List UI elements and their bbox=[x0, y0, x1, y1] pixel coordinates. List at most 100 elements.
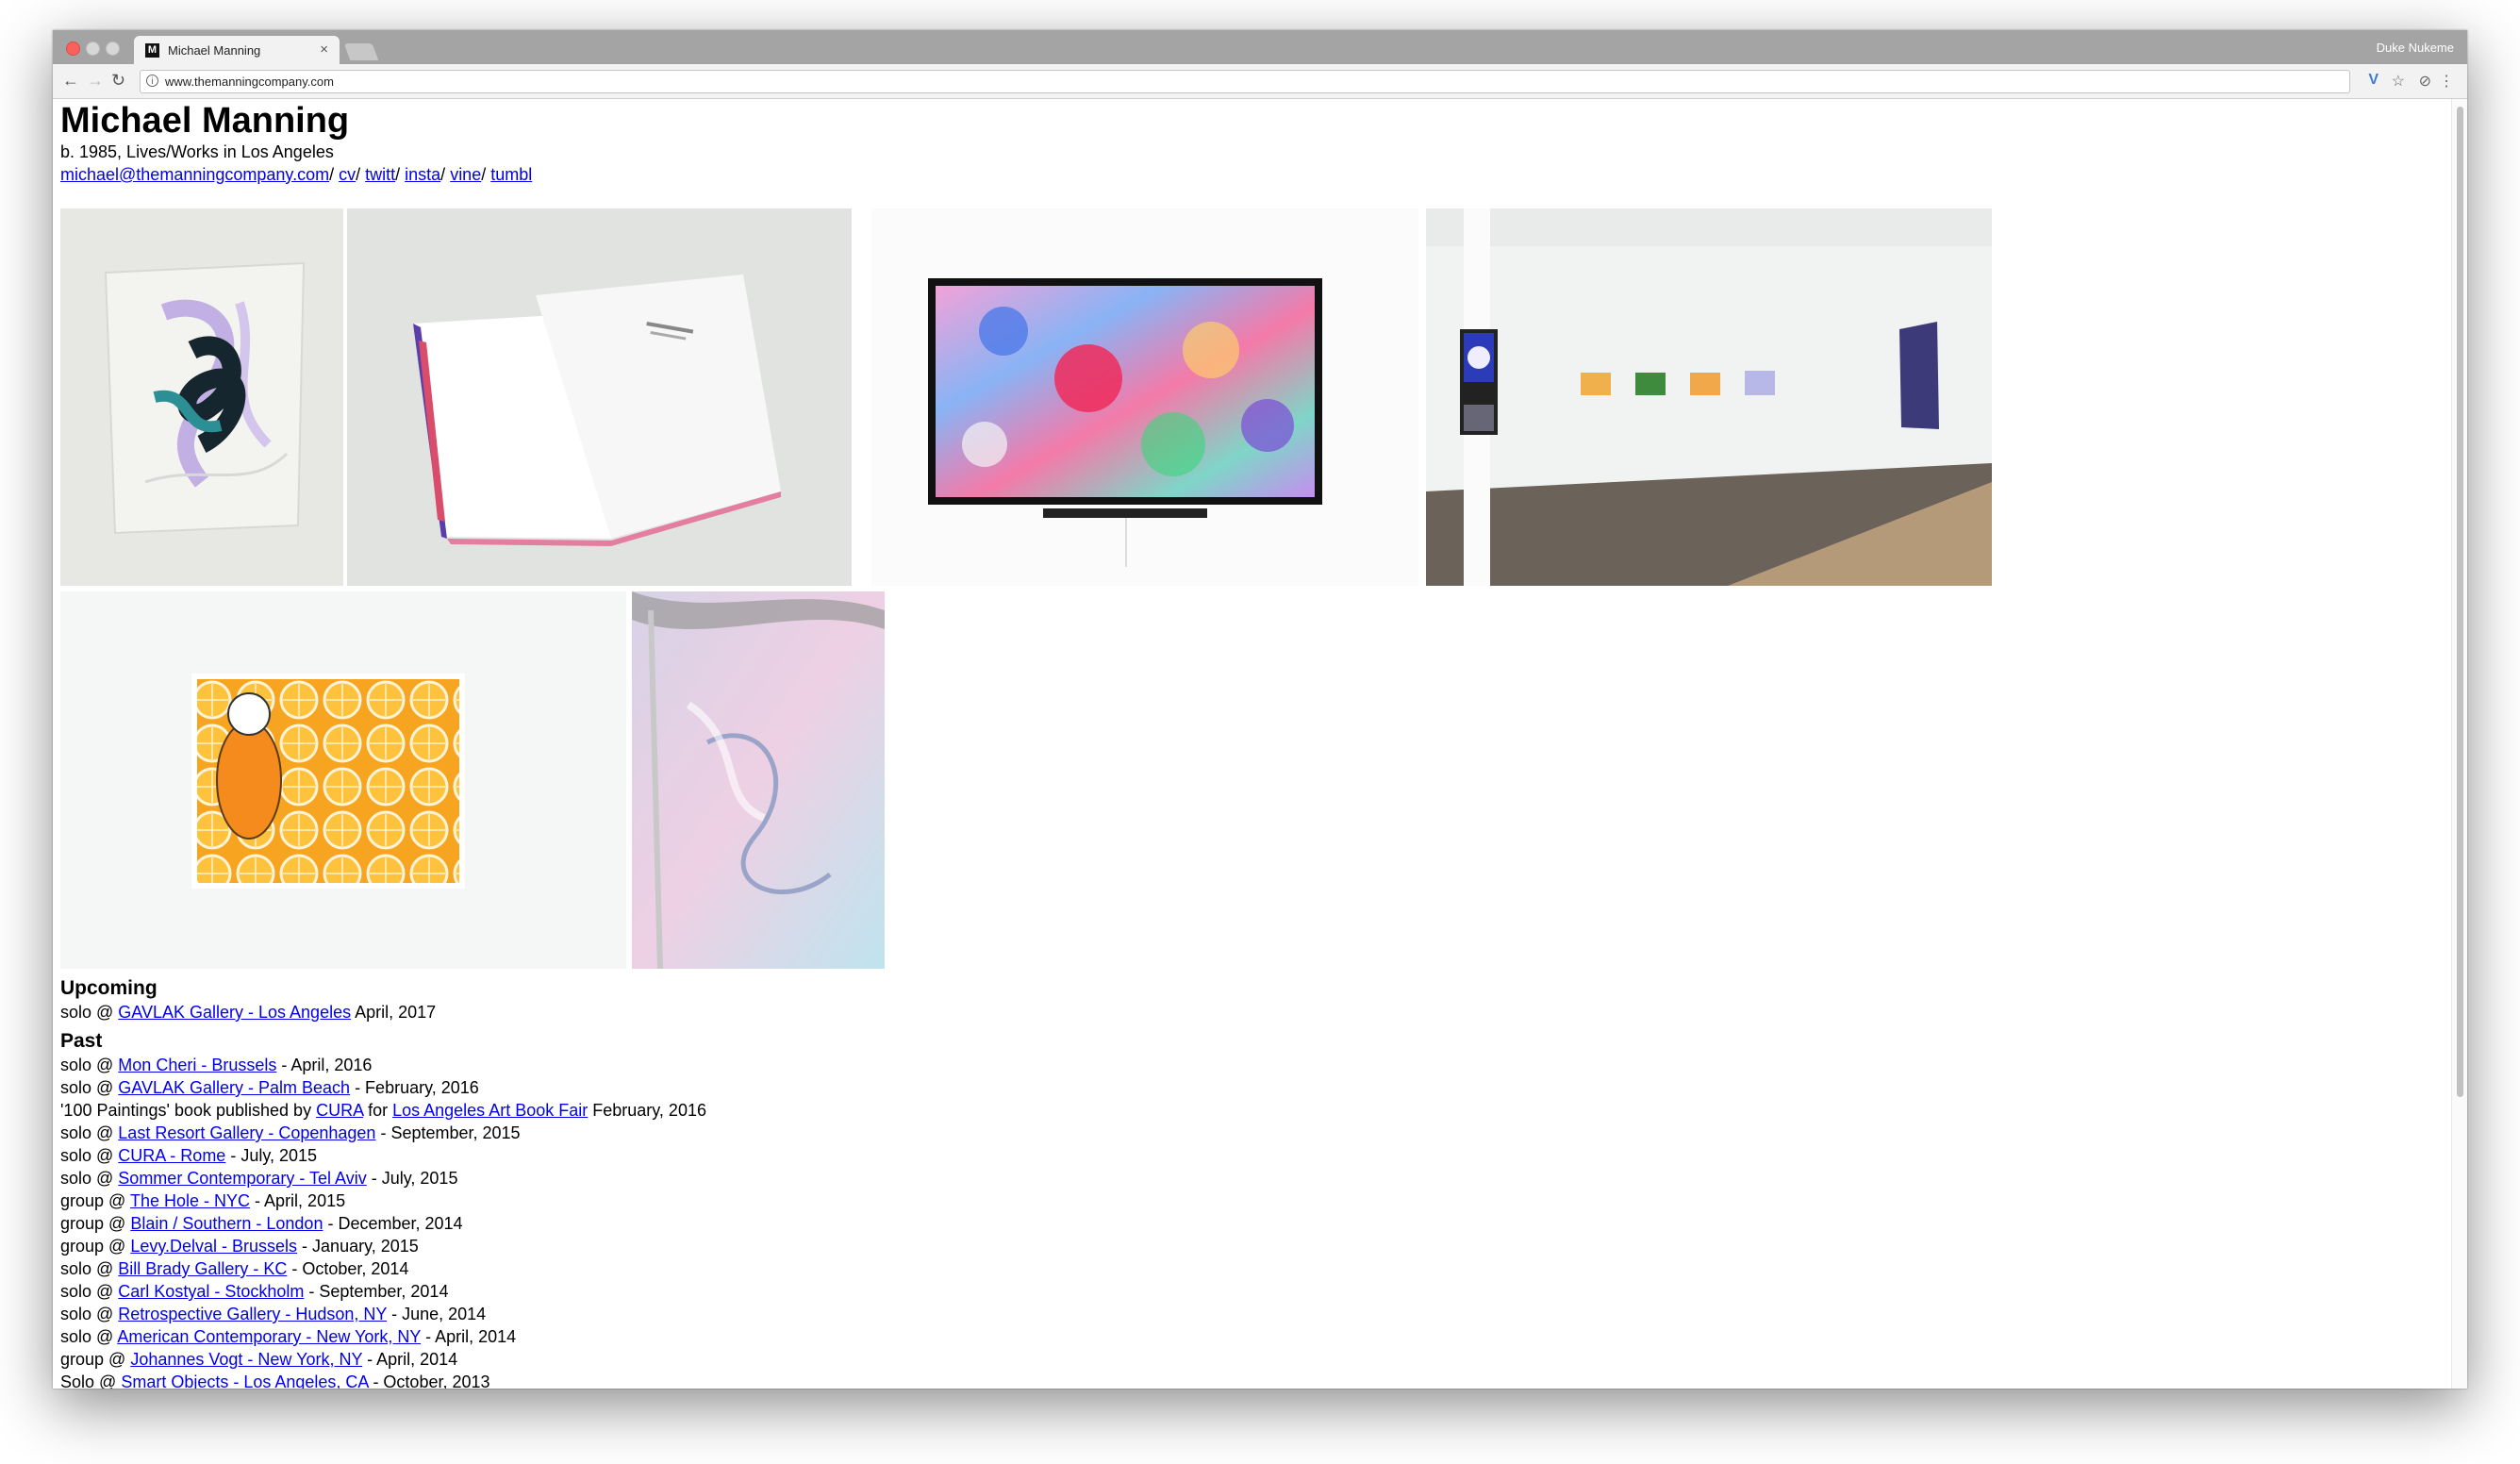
extension-icon[interactable]: ⊘ bbox=[2419, 72, 2431, 91]
item-date: - April, 2014 bbox=[421, 1327, 517, 1346]
venue-link[interactable]: Bill Brady Gallery - KC bbox=[118, 1259, 287, 1278]
email-link[interactable]: michael@themanningcompany.com bbox=[60, 165, 329, 184]
orange-painting-image[interactable] bbox=[60, 591, 626, 969]
open-book-image[interactable] bbox=[347, 208, 852, 586]
book-fair-link[interactable]: Los Angeles Art Book Fair bbox=[392, 1101, 588, 1120]
venue-link[interactable]: Last Resort Gallery - Copenhagen bbox=[118, 1123, 375, 1142]
exhibitions-list: Upcoming solo @ GAVLAK Gallery - Los Ang… bbox=[60, 976, 706, 1389]
item-date: - October, 2013 bbox=[368, 1372, 490, 1389]
publisher-link[interactable]: CURA bbox=[316, 1101, 363, 1120]
item-date: - September, 2014 bbox=[304, 1282, 449, 1301]
close-tab-icon[interactable]: × bbox=[320, 42, 328, 58]
scrollbar-thumb[interactable] bbox=[2457, 107, 2463, 1097]
venue-link[interactable]: Blain / Southern - London bbox=[130, 1214, 323, 1233]
item-prefix: group @ bbox=[60, 1237, 131, 1256]
list-item: group @ Levy.Delval - Brussels - January… bbox=[60, 1235, 706, 1257]
tab-bar: M Michael Manning × Duke Nukeme bbox=[53, 30, 2467, 64]
list-item: solo @ Sommer Contemporary - Tel Aviv - … bbox=[60, 1167, 706, 1190]
list-item: solo @ Last Resort Gallery - Copenhagen … bbox=[60, 1122, 706, 1144]
vimeo-extension-icon[interactable]: V bbox=[2368, 72, 2379, 89]
instagram-link[interactable]: insta bbox=[405, 165, 440, 184]
cv-link[interactable]: cv bbox=[339, 165, 356, 184]
new-tab-button[interactable] bbox=[343, 43, 379, 60]
list-item: solo @ Carl Kostyal - Stockholm - Septem… bbox=[60, 1280, 706, 1303]
list-item: solo @ Mon Cheri - Brussels - April, 201… bbox=[60, 1054, 706, 1076]
list-item: solo @ Retrospective Gallery - Hudson, N… bbox=[60, 1303, 706, 1325]
list-item: group @ Blain / Southern - London - Dece… bbox=[60, 1212, 706, 1235]
list-item: solo @ Bill Brady Gallery - KC - October… bbox=[60, 1257, 706, 1280]
url-text[interactable]: www.themanningcompany.com bbox=[165, 75, 334, 89]
info-icon[interactable]: i bbox=[146, 75, 158, 87]
abstract-painting-image[interactable] bbox=[60, 208, 343, 586]
venue-link[interactable]: GAVLAK Gallery - Los Angeles bbox=[118, 1003, 351, 1022]
item-connector: for bbox=[363, 1101, 393, 1120]
tumblr-link[interactable]: tumbl bbox=[490, 165, 532, 184]
list-item: solo @ CURA - Rome - July, 2015 bbox=[60, 1144, 706, 1167]
list-item: solo @ GAVLAK Gallery - Los Angeles Apri… bbox=[60, 1001, 706, 1023]
favicon-icon: M bbox=[145, 43, 159, 58]
list-item: group @ Johannes Vogt - New York, NY - A… bbox=[60, 1348, 706, 1371]
item-prefix: solo @ bbox=[60, 1259, 119, 1278]
item-date: - April, 2015 bbox=[250, 1191, 346, 1210]
maximize-window-button[interactable] bbox=[106, 42, 120, 56]
screen-artwork-image[interactable] bbox=[871, 208, 1418, 586]
item-prefix: solo @ bbox=[60, 1305, 119, 1323]
item-prefix: group @ bbox=[60, 1350, 131, 1369]
item-prefix: solo @ bbox=[60, 1169, 119, 1188]
menu-icon[interactable]: ⋮ bbox=[2439, 72, 2454, 91]
item-date: - April, 2014 bbox=[362, 1350, 458, 1369]
address-bar[interactable]: i www.themanningcompany.com bbox=[140, 70, 2350, 93]
item-date: April, 2017 bbox=[351, 1003, 437, 1022]
list-item: '100 Paintings' book published by CURA f… bbox=[60, 1099, 706, 1122]
upcoming-heading: Upcoming bbox=[60, 977, 158, 999]
venue-link[interactable]: GAVLAK Gallery - Palm Beach bbox=[118, 1078, 350, 1097]
gallery-installation-image[interactable] bbox=[1426, 208, 1992, 586]
venue-link[interactable]: Mon Cheri - Brussels bbox=[118, 1056, 276, 1074]
profile-name[interactable]: Duke Nukeme bbox=[2377, 41, 2454, 55]
venue-link[interactable]: The Hole - NYC bbox=[130, 1191, 250, 1210]
past-heading: Past bbox=[60, 1030, 103, 1052]
back-arrow-icon[interactable]: ← bbox=[62, 71, 79, 91]
item-date: - April, 2016 bbox=[276, 1056, 373, 1074]
list-item: group @ The Hole - NYC - April, 2015 bbox=[60, 1190, 706, 1212]
venue-link[interactable]: Smart Objects - Los Angeles, CA bbox=[121, 1372, 368, 1389]
venue-link[interactable]: CURA - Rome bbox=[118, 1146, 225, 1165]
item-date: - January, 2015 bbox=[297, 1237, 419, 1256]
scrollbar[interactable] bbox=[2451, 99, 2467, 1389]
item-prefix: solo @ bbox=[60, 1003, 119, 1022]
forward-arrow-icon[interactable]: → bbox=[87, 71, 104, 91]
page-viewport: Michael Manning b. 1985, Lives/Works in … bbox=[53, 99, 2467, 1389]
item-date: - September, 2015 bbox=[375, 1123, 521, 1142]
venue-link[interactable]: Johannes Vogt - New York, NY bbox=[130, 1350, 362, 1369]
close-window-button[interactable] bbox=[66, 42, 80, 56]
star-icon[interactable]: ☆ bbox=[2392, 72, 2405, 91]
artist-bio: b. 1985, Lives/Works in Los Angeles bbox=[60, 142, 334, 161]
browser-toolbar: ← → ↻ i www.themanningcompany.com V ☆ ⊘ … bbox=[53, 64, 2467, 99]
minimize-window-button[interactable] bbox=[86, 42, 100, 56]
link-separator: / bbox=[356, 165, 366, 184]
item-date: February, 2016 bbox=[588, 1101, 706, 1120]
pastel-detail-image[interactable] bbox=[632, 591, 885, 969]
link-separator: / bbox=[440, 165, 451, 184]
item-date: - October, 2014 bbox=[287, 1259, 409, 1278]
item-date: - July, 2015 bbox=[366, 1169, 458, 1188]
twitter-link[interactable]: twitt bbox=[365, 165, 395, 184]
reload-icon[interactable]: ↻ bbox=[111, 71, 125, 91]
venue-link[interactable]: Sommer Contemporary - Tel Aviv bbox=[118, 1169, 366, 1188]
item-prefix: solo @ bbox=[60, 1146, 119, 1165]
vine-link[interactable]: vine bbox=[450, 165, 481, 184]
tab-title: Michael Manning bbox=[168, 43, 261, 58]
link-separator: / bbox=[329, 165, 340, 184]
venue-link[interactable]: American Contemporary - New York, NY bbox=[117, 1327, 421, 1346]
item-date: - June, 2014 bbox=[387, 1305, 487, 1323]
list-item: solo @ GAVLAK Gallery - Palm Beach - Feb… bbox=[60, 1076, 706, 1099]
tab-active[interactable]: M Michael Manning × bbox=[134, 36, 340, 64]
venue-link[interactable]: Carl Kostyal - Stockholm bbox=[118, 1282, 304, 1301]
link-separator: / bbox=[481, 165, 491, 184]
venue-link[interactable]: Levy.Delval - Brussels bbox=[130, 1237, 297, 1256]
venue-link[interactable]: Retrospective Gallery - Hudson, NY bbox=[118, 1305, 387, 1323]
browser-window: M Michael Manning × Duke Nukeme ← → ↻ i … bbox=[53, 30, 2467, 1389]
item-prefix: solo @ bbox=[60, 1123, 119, 1142]
item-prefix: solo @ bbox=[60, 1078, 119, 1097]
item-prefix: group @ bbox=[60, 1214, 131, 1233]
